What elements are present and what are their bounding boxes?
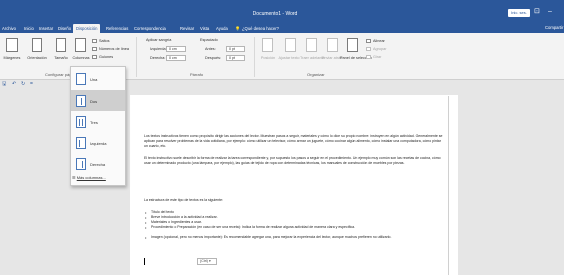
indent-right-label: Derecha: xyxy=(150,56,166,60)
tell-me-search[interactable]: ¿Qué desea hacer? xyxy=(242,26,279,31)
indent-left-label: Izquierda: xyxy=(150,47,167,51)
ribbon-separator xyxy=(254,37,255,77)
indent-right-input[interactable]: 0 cm xyxy=(166,55,186,61)
tab-review[interactable]: Revisar xyxy=(180,26,194,31)
tab-design[interactable]: Diseño xyxy=(58,26,71,31)
margins-icon[interactable] xyxy=(6,38,18,52)
minimize-button[interactable]: – xyxy=(548,8,552,16)
tab-insert[interactable]: Insertar xyxy=(39,26,53,31)
selection-pane-button[interactable]: Panel de selección xyxy=(340,56,372,60)
lightbulb-icon: 💡 xyxy=(235,26,241,31)
three-columns-icon xyxy=(76,116,86,128)
rotate-icon xyxy=(366,55,371,59)
tab-references[interactable]: Referencias xyxy=(106,26,128,31)
breaks-button[interactable]: Saltos xyxy=(99,39,110,43)
document-title: Documento1 - Word xyxy=(252,11,298,17)
more-columns-label: Más columnas... xyxy=(76,175,106,180)
bring-forward-icon[interactable] xyxy=(306,38,317,52)
paragraph-intro: Los textos instructivos tienen como prop… xyxy=(144,134,443,148)
bullet-icon: • xyxy=(145,225,147,230)
columns-button[interactable]: Columnas xyxy=(70,56,92,60)
size-icon[interactable] xyxy=(56,38,66,52)
one-column-icon xyxy=(76,73,86,85)
group-button[interactable]: Agrupar xyxy=(373,47,387,51)
tab-help[interactable]: Ayuda xyxy=(216,26,228,31)
sign-in-button[interactable]: Inic. ses. xyxy=(508,9,530,17)
wrap-text-button[interactable]: Ajustar texto xyxy=(278,56,300,60)
group-icon xyxy=(366,47,371,51)
line-numbers-button[interactable]: Números de línea xyxy=(99,47,129,51)
spacing-after-input[interactable]: 0 pt xyxy=(226,55,245,61)
spacing-header: Espaciado xyxy=(200,38,218,42)
more-columns-option[interactable]: ☰ Más columnas... xyxy=(72,175,106,180)
position-icon[interactable] xyxy=(262,38,273,52)
orientation-button[interactable]: Orientación xyxy=(24,56,50,60)
ribbon-separator xyxy=(136,37,137,77)
list-item: Imagen (opcional, pero no menos importan… xyxy=(151,235,392,239)
paragraph-description: El texto instructivo suele describir la … xyxy=(144,156,441,165)
undo-icon[interactable]: ↶ xyxy=(12,81,16,91)
wrap-text-icon[interactable] xyxy=(285,38,296,52)
send-backward-icon[interactable] xyxy=(327,38,338,52)
columns-option-label: Tres xyxy=(90,120,98,125)
tab-view[interactable]: Vista xyxy=(200,26,209,31)
hyphenation-button[interactable]: Guiones xyxy=(99,55,113,59)
columns-option-label: Una xyxy=(90,77,98,82)
position-button[interactable]: Posición xyxy=(258,56,278,60)
scrollbar[interactable] xyxy=(448,96,449,275)
rotate-button[interactable]: Girar xyxy=(373,55,381,59)
spacing-after-label: Después: xyxy=(205,56,222,60)
two-columns-icon xyxy=(76,95,86,107)
selection-pane-icon[interactable] xyxy=(347,38,358,52)
group-label-paragraph: Párrafo xyxy=(190,72,204,77)
spacing-before-label: Antes: xyxy=(205,47,216,51)
group-label-arrange: Organizar xyxy=(307,72,325,77)
tab-layout[interactable]: Disposición xyxy=(73,24,101,33)
ribbon-display-icon[interactable]: ⊡ xyxy=(534,8,540,16)
spacing-before-input[interactable]: 0 pt xyxy=(226,46,245,52)
paste-options-button[interactable]: (Ctrl) ▾ xyxy=(197,258,217,265)
columns-option-label: Derecha xyxy=(90,162,106,167)
list-item: Procedimiento o Preparación (en caso de … xyxy=(151,225,356,229)
tab-file[interactable]: Archivo xyxy=(2,26,16,31)
indent-header: Aplicar sangría xyxy=(146,38,172,42)
word-window: Documento1 - Word Inic. ses. ⊡ – Archivo… xyxy=(0,0,564,275)
save-icon[interactable]: 🖫 xyxy=(2,81,6,91)
right-column-icon xyxy=(76,158,86,170)
size-button[interactable]: Tamaño xyxy=(50,56,72,60)
text-cursor xyxy=(144,258,145,265)
paragraph-structure: La estructura de este tipo de textos es … xyxy=(144,198,223,202)
align-icon xyxy=(366,39,371,43)
line-numbers-icon xyxy=(92,47,97,51)
columns-icon[interactable] xyxy=(75,38,86,52)
tab-mailings[interactable]: Correspondencia xyxy=(134,26,166,31)
breaks-icon xyxy=(92,39,97,43)
align-button[interactable]: Alinear xyxy=(373,39,385,43)
columns-option-label: Izquierda xyxy=(90,141,107,146)
tab-home[interactable]: Inicio xyxy=(24,26,34,31)
redo-icon[interactable]: ↻ xyxy=(21,81,25,91)
orientation-icon[interactable] xyxy=(32,38,42,52)
document-page[interactable] xyxy=(130,95,458,275)
bullet-icon: • xyxy=(145,235,147,240)
indent-left-input[interactable]: 0 cm xyxy=(166,46,186,52)
customize-qat-icon[interactable]: = xyxy=(30,81,33,91)
bring-forward-button[interactable]: Traer adelante xyxy=(300,56,325,60)
hyphenation-icon xyxy=(92,55,97,59)
margins-button[interactable]: Márgenes xyxy=(0,56,24,60)
left-column-icon xyxy=(76,137,86,149)
columns-option-label: Dos xyxy=(90,99,98,104)
share-button[interactable]: Compartir xyxy=(545,25,563,30)
